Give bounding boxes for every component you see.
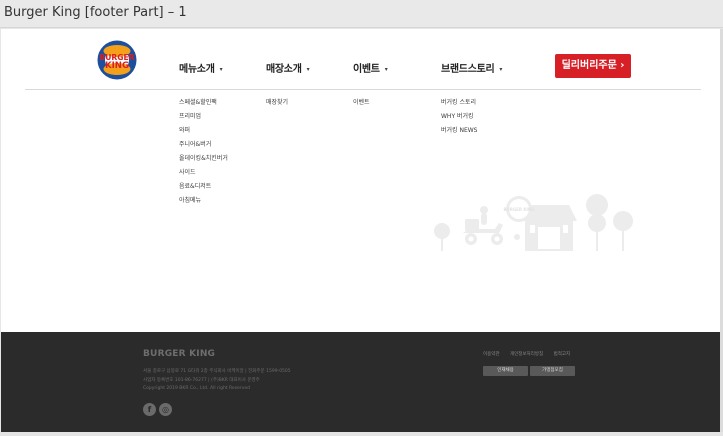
submenu-item[interactable]: 버거킹 NEWS — [441, 127, 478, 141]
nav-item-menu[interactable]: 메뉴소개 ▾ — [179, 60, 223, 75]
submenu-item[interactable]: 주니어&버거 — [179, 141, 228, 155]
recruit-button[interactable]: 인재채용 — [483, 366, 528, 376]
submenu-item[interactable]: WHY 버거킹 — [441, 113, 478, 127]
submenu-item[interactable]: 이벤트 — [353, 99, 370, 113]
submenu-event: 이벤트 — [353, 99, 370, 113]
footer: BURGER KING 서울 종로구 삼봉로 71 G타워 2층 주식회사 비케… — [1, 332, 720, 432]
submenu-item[interactable]: 스페셜&할인팩 — [179, 99, 228, 113]
submenu-store: 매장찾기 — [266, 99, 288, 113]
window-title-bar: Burger King [footer Part] – 1 — [0, 0, 723, 28]
submenu-item[interactable]: 매장찾기 — [266, 99, 288, 113]
nav-label: 브랜드스토리 — [441, 64, 495, 75]
submenu-item[interactable]: 아침메뉴 — [179, 197, 228, 211]
footer-logo: BURGER KING — [143, 349, 216, 359]
footer-info-line: 서울 종로구 삼봉로 71 G타워 2층 주식회사 비케이알 | 전화주문 15… — [143, 369, 291, 374]
footer-info-line: 사업자 등록번호 101-86-76277 | (주)BKR 대표이사 문영주 — [143, 377, 260, 383]
logo-text-bottom: KING — [105, 61, 129, 71]
instagram-icon[interactable]: ◎ — [159, 403, 172, 416]
facebook-icon[interactable]: f — [143, 403, 156, 416]
franchise-button[interactable]: 가맹점모집 — [530, 366, 575, 376]
nav-label: 매장소개 — [266, 64, 302, 75]
footer-link-terms[interactable]: 이용약관 — [483, 352, 500, 357]
submenu-item[interactable]: 프리미엄 — [179, 113, 228, 127]
chevron-down-icon: ▾ — [499, 66, 503, 73]
footer-links: 이용약관 개인정보처리방침 법적고지 — [483, 351, 579, 357]
submenu-brand: 버거킹 스토리 WHY 버거킹 버거킹 NEWS — [441, 99, 478, 141]
footer-link-legal[interactable]: 법적고지 — [554, 352, 571, 357]
nav-item-event[interactable]: 이벤트 ▾ — [353, 60, 388, 75]
submenu-item[interactable]: 와퍼 — [179, 127, 228, 141]
nav-item-store[interactable]: 매장소개 ▾ — [266, 60, 310, 75]
illustration-badge-text: BURGER KING — [503, 207, 534, 212]
submenu-item[interactable]: 올데이킹&치킨버거 — [179, 155, 228, 169]
submenu-item[interactable]: 버거킹 스토리 — [441, 99, 478, 113]
nav-item-brand[interactable]: 브랜드스토리 ▾ — [441, 60, 502, 75]
delivery-illustration: BURGER KING — [429, 191, 639, 253]
chevron-down-icon: ▾ — [306, 66, 310, 73]
page: BURGER KING 메뉴소개 ▾ 매장소개 ▾ 이벤트 ▾ 브랜드스토리 ▾ 딜리버… — [1, 29, 720, 432]
footer-info-line: Copyright 2019 BKR Co., Ltd. All right R… — [143, 386, 250, 391]
burger-king-logo[interactable]: BURGER KING — [96, 39, 138, 81]
nav-divider — [25, 89, 701, 90]
window-title: Burger King [footer Part] – 1 — [4, 5, 187, 20]
window-bottom-edge — [0, 432, 723, 436]
delivery-order-button[interactable]: 딜리버리주문 › — [555, 54, 631, 78]
footer-company-info: 서울 종로구 삼봉로 71 G타워 2층 주식회사 비케이알 | 전화주문 15… — [143, 368, 291, 394]
submenu-item[interactable]: 사이드 — [179, 169, 228, 183]
nav-label: 메뉴소개 — [179, 64, 215, 75]
chevron-down-icon: ▾ — [384, 66, 388, 73]
submenu-item[interactable]: 음료&디저트 — [179, 183, 228, 197]
chevron-down-icon: ▾ — [219, 66, 223, 73]
nav-label: 이벤트 — [353, 64, 380, 75]
submenu-menu: 스페셜&할인팩 프리미엄 와퍼 주니어&버거 올데이킹&치킨버거 사이드 음료&… — [179, 99, 228, 211]
footer-link-privacy[interactable]: 개인정보처리방침 — [510, 352, 543, 357]
